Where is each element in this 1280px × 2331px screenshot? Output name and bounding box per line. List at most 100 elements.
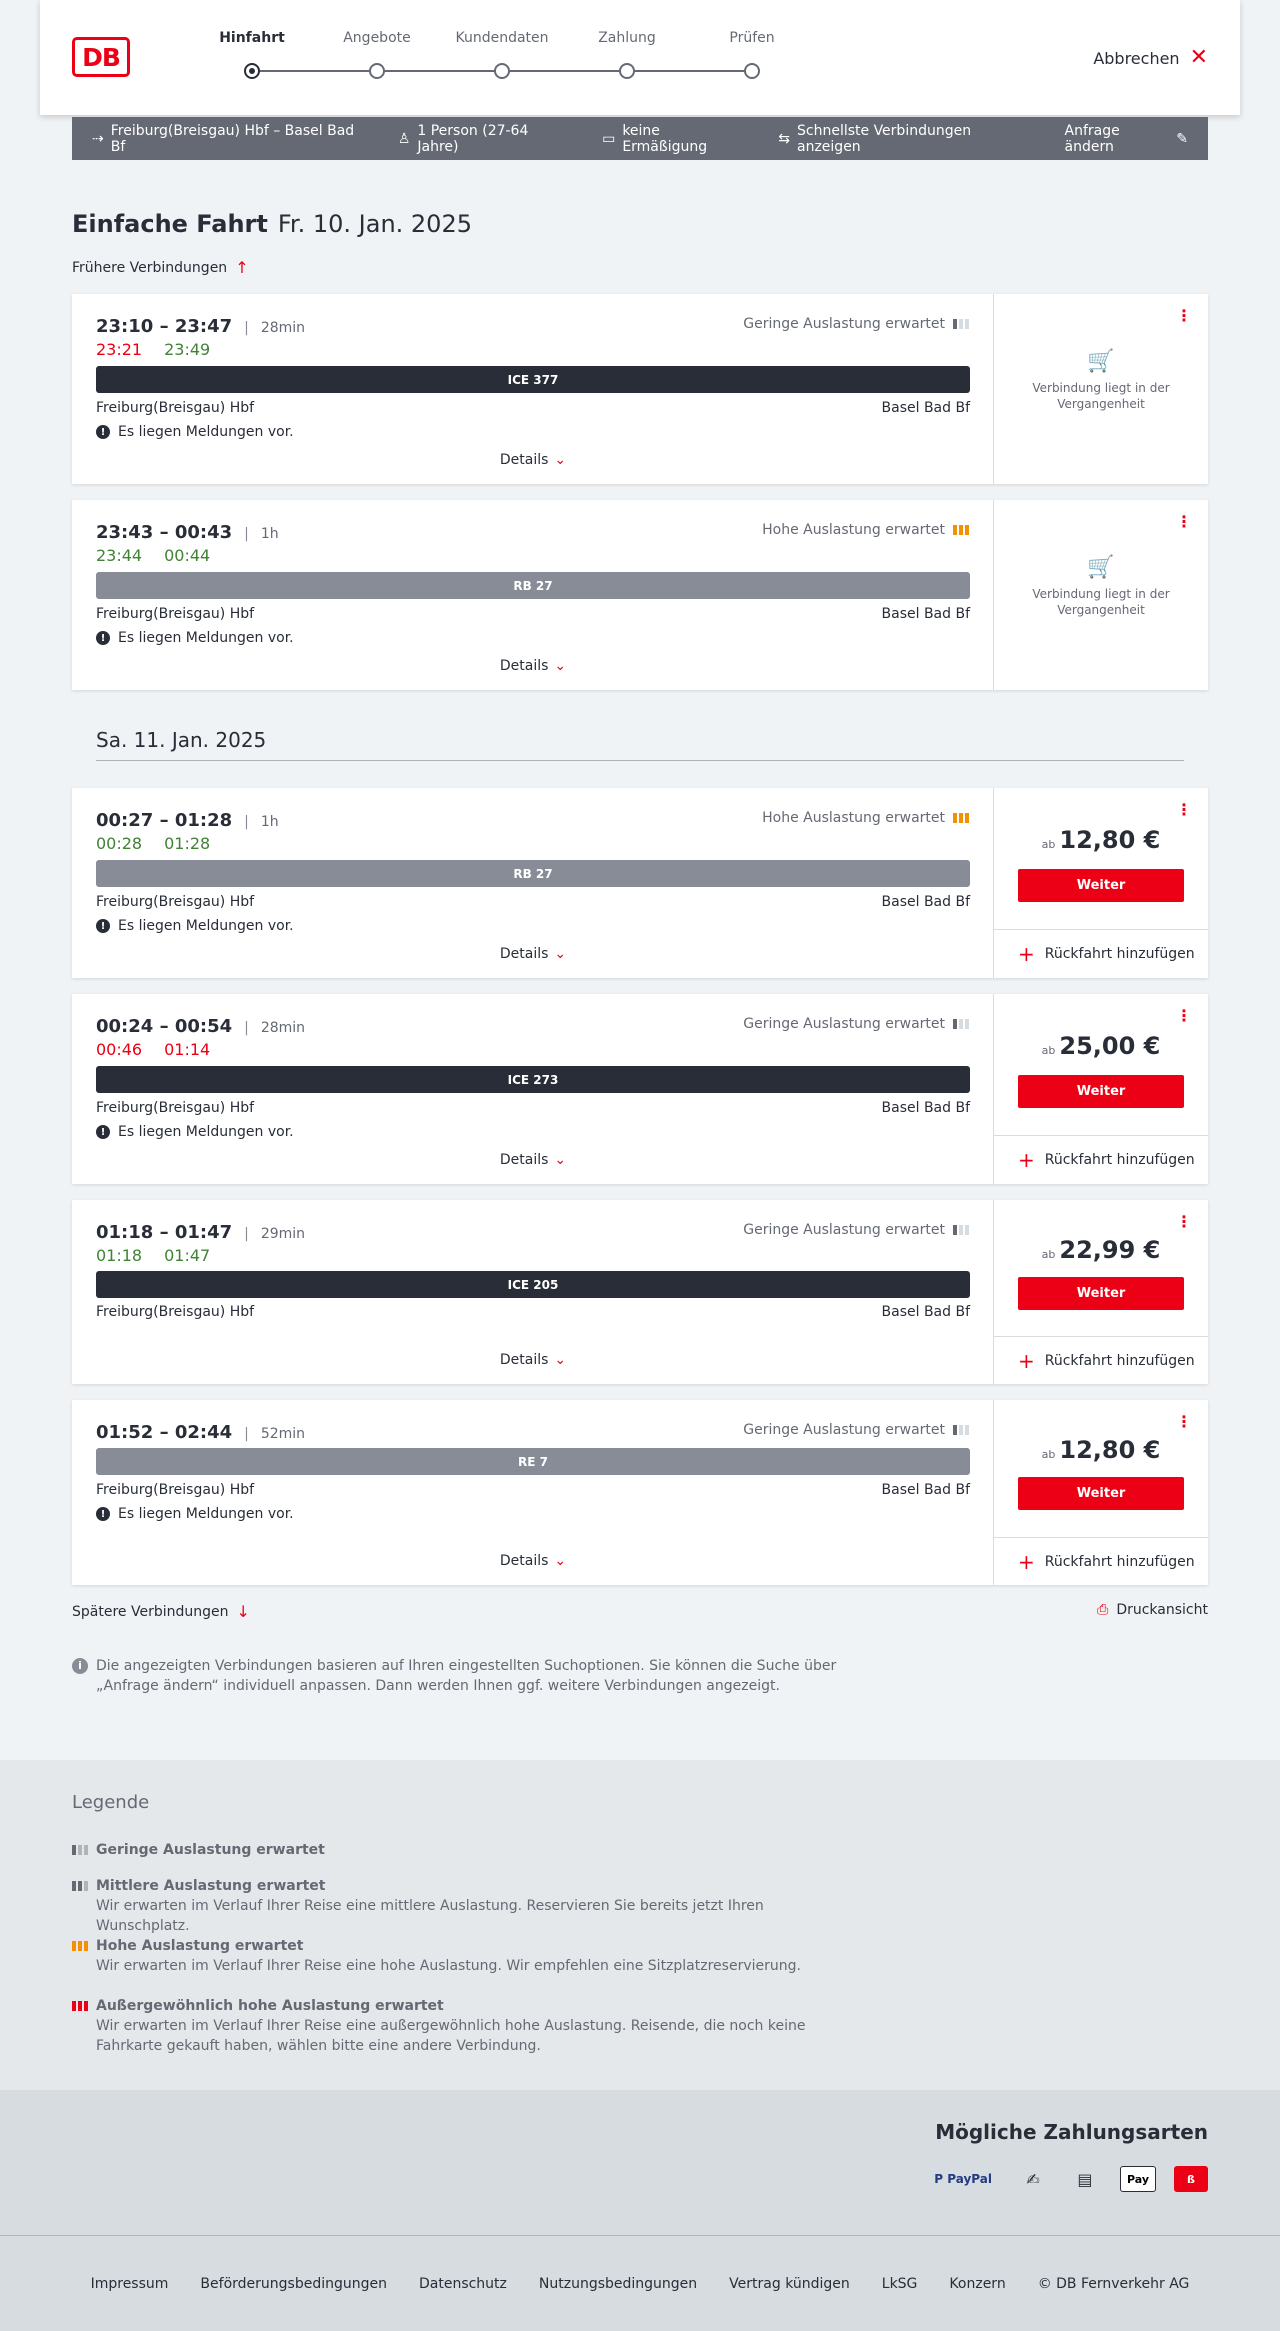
add-return-button[interactable]: + Rückfahrt hinzufügen (994, 1135, 1208, 1184)
chevron-down-icon: ⌄ (554, 658, 567, 674)
footer-link-lksg[interactable]: LkSG (882, 2276, 918, 2292)
footer-link-befoerderungsbedingungen[interactable]: Beförderungsbedingungen (200, 2276, 387, 2292)
details-toggle[interactable]: Details ⌄ (72, 452, 994, 468)
step-pruefen: Prüfen (729, 30, 775, 46)
step-zahlung: Zahlung (598, 30, 656, 46)
connection-main: 01:52 – 02:44 | 52min Geringe Auslastung e… (72, 1400, 994, 1585)
message-notice: ! Es liegen Meldungen vor. (96, 918, 294, 934)
continue-button[interactable]: Weiter (1018, 1075, 1184, 1108)
occupancy-indicator: Geringe Auslastung erwartet (743, 1016, 969, 1032)
footer-copyright: © DB Fernverkehr AG (1037, 2275, 1190, 2292)
legend-section: Legende Geringe Auslastung erwartet Mitt… (0, 1760, 1280, 2090)
add-return-button[interactable]: + Rückfahrt hinzufügen (994, 929, 1208, 978)
price: ab 12,80 € (1041, 826, 1161, 854)
card-icon: ▭ (602, 130, 616, 147)
realtime-times: 00:46 01:14 (96, 1040, 211, 1059)
footer-link-vertrag-kuendigen[interactable]: Vertrag kündigen (729, 2276, 850, 2292)
connection-side: ⋮ 🛒 Verbindung liegt in der Vergangenheit (994, 500, 1208, 690)
price: ab 22,99 € (1041, 1236, 1161, 1264)
connection-card[interactable]: 23:10 – 23:47 | 28min 23:21 23:49 Geringe A… (72, 294, 1208, 484)
alert-icon: ! (96, 919, 110, 933)
stations: Freiburg(Breisgau) Hbf Basel Bad Bf (96, 1304, 970, 1320)
details-toggle[interactable]: Details ⌄ (72, 946, 994, 962)
connection-card[interactable]: 23:43 – 00:43 | 1h 23:44 00:44 Hohe Auslast… (72, 500, 1208, 690)
plus-icon: + (1018, 942, 1035, 966)
train-bar[interactable]: RE 7 (96, 1448, 970, 1475)
footer: Impressum Beförderungsbedingungen Datens… (0, 2235, 1280, 2331)
train-bar[interactable]: RB 27 (96, 860, 970, 887)
planned-times: 23:43 – 00:43 (96, 522, 233, 543)
more-options-icon[interactable]: ⋮ (1176, 514, 1192, 530)
person-icon: ♙ (397, 130, 411, 147)
realtime-times: 01:18 01:47 (96, 1246, 211, 1265)
train-bar[interactable]: ICE 377 (96, 366, 970, 393)
footer-link-konzern[interactable]: Konzern (949, 2276, 1005, 2292)
footer-link-datenschutz[interactable]: Datenschutz (419, 2276, 507, 2292)
summary-route: ⇢ Freiburg(Breisgau) Hbf – Basel Bad Bf (92, 122, 355, 155)
chevron-down-icon: ⌄ (554, 1352, 567, 1368)
chevron-down-icon: ⌄ (554, 452, 567, 468)
footer-link-impressum[interactable]: Impressum (91, 2276, 169, 2292)
later-connections-link[interactable]: Spätere Verbindungen ↓ (72, 1602, 250, 1621)
continue-button[interactable]: Weiter (1018, 1477, 1184, 1510)
duration: 1h (260, 526, 279, 542)
planned-times: 00:24 – 00:54 (96, 1016, 233, 1037)
train-bar[interactable]: ICE 273 (96, 1066, 970, 1093)
more-options-icon[interactable]: ⋮ (1176, 308, 1192, 324)
details-toggle[interactable]: Details ⌄ (72, 1352, 994, 1368)
connection-card[interactable]: 00:24 – 00:54 | 28min 00:46 01:14 Geringe A… (72, 994, 1208, 1184)
connection-card[interactable]: 01:52 – 02:44 | 52min Geringe Auslastung e… (72, 1400, 1208, 1585)
train-bar[interactable]: ICE 205 (96, 1271, 970, 1298)
paypal-logo: P PayPal (934, 2172, 992, 2186)
print-icon: ⎙ (1097, 1602, 1109, 1618)
step-dot-angebote (369, 63, 385, 79)
connection-card[interactable]: 01:18 – 01:47 | 29min 01:18 01:47 Geringe A… (72, 1200, 1208, 1384)
more-options-icon[interactable]: ⋮ (1176, 1214, 1192, 1230)
planned-times: 00:27 – 01:28 (96, 810, 233, 831)
connection-side: ⋮ ab 12,80 € Weiter + Rückfahrt hinzufügen (994, 788, 1208, 978)
add-return-button[interactable]: + Rückfahrt hinzufügen (994, 1537, 1208, 1585)
occupancy-high-icon (72, 1941, 88, 1951)
cancel-button[interactable]: Abbrechen ✕ (1093, 47, 1208, 69)
past-notice: 🛒 Verbindung liegt in der Vergangenheit (994, 557, 1208, 618)
duration: 28min (260, 1020, 306, 1036)
header: DB Hinfahrt Angebote Kundendaten Zahlung… (40, 0, 1240, 115)
occupancy-extreme-icon (72, 2001, 88, 2011)
occupancy-indicator: Hohe Auslastung erwartet (762, 810, 969, 826)
db-logo[interactable]: DB (72, 37, 130, 77)
edit-request-button[interactable]: Anfrage ändern ✎ (1065, 123, 1188, 155)
duration: 52min (260, 1426, 306, 1442)
earlier-connections-link[interactable]: Frühere Verbindungen ↑ (72, 258, 249, 277)
occupancy-low-icon (953, 319, 969, 329)
legend-item-high: Hohe Auslastung erwartet Wir erwarten im… (72, 1936, 852, 1976)
planned-times: 01:52 – 02:44 (96, 1422, 233, 1443)
continue-button[interactable]: Weiter (1018, 869, 1184, 902)
duration: 1h (260, 814, 279, 830)
search-summary-bar: ⇢ Freiburg(Breisgau) Hbf – Basel Bad Bf ♙… (72, 117, 1208, 160)
alert-icon: ! (96, 425, 110, 439)
details-toggle[interactable]: Details ⌄ (72, 1152, 994, 1168)
details-toggle[interactable]: Details ⌄ (72, 1553, 994, 1569)
details-toggle[interactable]: Details ⌄ (72, 658, 994, 674)
duration: 28min (260, 320, 306, 336)
connection-main: 01:18 – 01:47 | 29min 01:18 01:47 Geringe A… (72, 1200, 994, 1384)
more-options-icon[interactable]: ⋮ (1176, 1008, 1192, 1024)
occupancy-medium-icon (72, 1881, 88, 1891)
connection-card[interactable]: 00:27 – 01:28 | 1h 00:28 01:28 Hohe Auslast… (72, 788, 1208, 978)
continue-button[interactable]: Weiter (1018, 1277, 1184, 1310)
realtime-times: 23:21 23:49 (96, 340, 211, 359)
add-return-button[interactable]: + Rückfahrt hinzufügen (994, 1336, 1208, 1384)
payments-title: Mögliche Zahlungsarten (935, 2120, 1208, 2144)
train-bar[interactable]: RB 27 (96, 572, 970, 599)
plus-icon: + (1018, 1549, 1035, 1574)
alert-icon: ! (96, 1507, 110, 1521)
footer-link-nutzungsbedingungen[interactable]: Nutzungsbedingungen (539, 2276, 697, 2292)
arrow-up-icon: ↑ (235, 258, 249, 277)
planned-times: 01:18 – 01:47 (96, 1222, 233, 1243)
more-options-icon[interactable]: ⋮ (1176, 1414, 1192, 1430)
info-icon: i (72, 1658, 88, 1674)
print-view-link[interactable]: ⎙ Druckansicht (1097, 1602, 1208, 1618)
more-options-icon[interactable]: ⋮ (1176, 802, 1192, 818)
message-notice: ! Es liegen Meldungen vor. (96, 1124, 294, 1140)
occupancy-indicator: Hohe Auslastung erwartet (762, 522, 969, 538)
